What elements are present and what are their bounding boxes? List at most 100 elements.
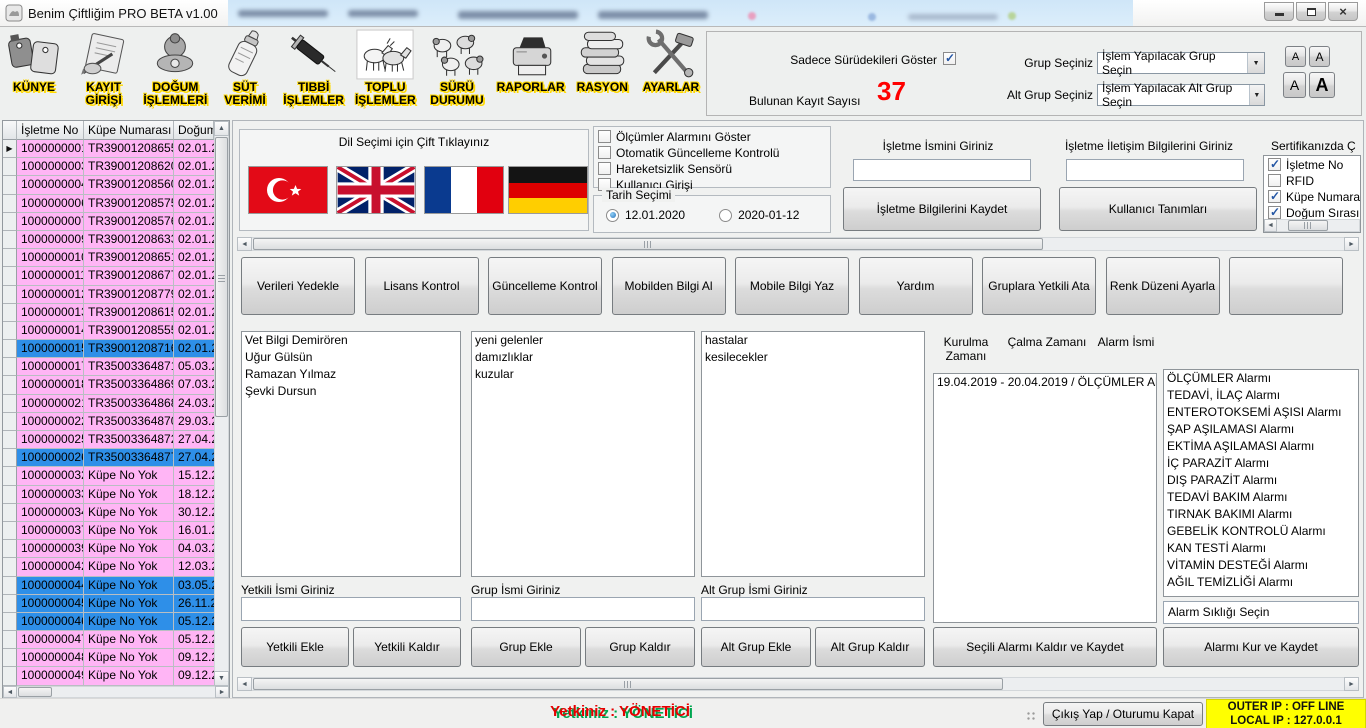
subgroups-list[interactable]: hastalarkesilecekler <box>701 331 925 577</box>
column-header-dogum[interactable]: Doğum T <box>174 121 214 140</box>
list-item[interactable]: Uğur Gülsün <box>242 349 460 366</box>
option-row[interactable]: Otomatik Güncelleme Kontrolü <box>598 145 826 160</box>
table-row[interactable]: 1000000021TR3500336486824.03.20 <box>3 395 214 413</box>
toolbar-item-kunye[interactable]: KÜNYE <box>4 29 64 119</box>
subgroup-name-input[interactable] <box>701 597 925 621</box>
list-item[interactable]: TIRNAK BAKIMI Alarmı <box>1164 506 1358 523</box>
scroll-left-icon[interactable]: ◄ <box>237 237 252 251</box>
table-row[interactable]: 1000000045Küpe No Yok26.11.20 <box>3 595 214 613</box>
scroll-right-icon[interactable]: ► <box>1344 677 1359 691</box>
table-row[interactable]: 1000000048Küpe No Yok09.12.20 <box>3 649 214 667</box>
table-row[interactable]: 1000000017TR3500336487105.03.20 <box>3 358 214 376</box>
toolbar-item-ayarlar[interactable]: AYARLAR <box>640 29 702 119</box>
list-item[interactable]: ŞAP AŞILAMASI Alarmı <box>1164 421 1358 438</box>
scroll-up-icon[interactable]: ▲ <box>214 121 229 136</box>
farm-contact-input[interactable] <box>1066 159 1244 181</box>
action-button-mobile-bilgi-yaz[interactable]: Mobile Bilgi Yaz <box>735 257 849 315</box>
list-item[interactable]: kuzular <box>472 366 694 383</box>
table-row[interactable]: 1000000022TR3500336487029.03.20 <box>3 413 214 431</box>
font-size-button-2[interactable]: A <box>1309 46 1330 67</box>
authorized-name-input[interactable] <box>241 597 461 621</box>
turkey-flag[interactable] <box>248 166 328 214</box>
list-item[interactable]: KAN TESTİ Alarmı <box>1164 540 1358 557</box>
authorized-people-list[interactable]: Vet Bilgi DemirörenUğur GülsünRamazan Yı… <box>241 331 461 577</box>
font-size-button-1[interactable]: A <box>1285 46 1306 67</box>
certificate-item-checkbox[interactable] <box>1268 190 1281 203</box>
certificate-item-checkbox[interactable] <box>1268 206 1281 219</box>
table-row[interactable]: 1000000025TR3500336487227.04.20 <box>3 431 214 449</box>
toolbar-item-dogum-islemleri[interactable]: DOĞUM İŞLEMLERİ <box>143 29 207 119</box>
uk-flag[interactable] <box>336 166 416 214</box>
date-format-radio[interactable] <box>606 209 619 222</box>
table-row[interactable]: 1000000003TR3900120862002.01.20 <box>3 158 214 176</box>
germany-flag[interactable] <box>508 166 588 214</box>
table-row[interactable]: 1000000037Küpe No Yok16.01.20 <box>3 522 214 540</box>
certificate-hscroll-thumb[interactable] <box>1288 220 1328 231</box>
action-button-yard-m[interactable]: Yardım <box>859 257 973 315</box>
option-row[interactable]: Ölçümler Alarmını Göster <box>598 129 826 144</box>
logout-button[interactable]: Çıkış Yap / Oturumu Kapat <box>1043 702 1203 726</box>
scroll-down-icon[interactable]: ▼ <box>214 671 229 686</box>
alarm-frequency-select[interactable]: Alarm Sıklığı Seçin <box>1163 601 1359 624</box>
action-button-mobilden-bilgi-al[interactable]: Mobilden Bilgi Al <box>612 257 726 315</box>
date-format-radio[interactable] <box>719 209 732 222</box>
toolbar-item-suru-durumu[interactable]: SÜRÜ DURUMU <box>426 29 488 119</box>
minimize-button[interactable] <box>1264 2 1294 21</box>
toolbar-item-tibbi-islemler[interactable]: TIBBİ İŞLEMLER <box>283 29 345 119</box>
font-size-button-4[interactable]: A <box>1309 72 1335 98</box>
list-item[interactable]: VİTAMİN DESTEĞİ Alarmı <box>1164 557 1358 574</box>
list-item[interactable]: yeni gelenler <box>472 332 694 349</box>
close-button[interactable]: × <box>1328 2 1358 21</box>
table-hscroll-thumb[interactable] <box>18 687 52 697</box>
certificate-item-checkbox[interactable] <box>1268 174 1281 187</box>
panel-hscroll-thumb-bottom[interactable] <box>253 678 1003 690</box>
list-item[interactable]: TEDAVİ, İLAÇ Alarmı <box>1164 387 1358 404</box>
list-item[interactable]: EKTİMA AŞILAMASI Alarmı <box>1164 438 1358 455</box>
remove-authorized-button[interactable]: Yetkili Kaldır <box>353 627 461 667</box>
maximize-button[interactable] <box>1296 2 1326 21</box>
scroll-left-icon[interactable]: ◄ <box>3 686 17 698</box>
column-header-isletme-no[interactable]: İşletme No <box>17 121 84 140</box>
show-only-herd-checkbox[interactable] <box>943 52 956 65</box>
list-item[interactable]: TEDAVİ BAKIM Alarmı <box>1164 489 1358 506</box>
certificate-item-row[interactable]: Doğum Sırası <box>1268 205 1356 220</box>
list-item[interactable]: İÇ PARAZİT Alarmı <box>1164 455 1358 472</box>
scroll-right-icon[interactable]: ► <box>215 686 229 698</box>
table-row[interactable]: 1000000009TR3900120863302.01.20 <box>3 231 214 249</box>
table-row[interactable]: 1000000042Küpe No Yok12.03.20 <box>3 558 214 576</box>
list-item[interactable]: GEBELİK KONTROLÜ Alarmı <box>1164 523 1358 540</box>
table-row[interactable]: 1000000034Küpe No Yok30.12.20 <box>3 504 214 522</box>
table-row[interactable]: 1000000007TR3900120857602.01.20 <box>3 213 214 231</box>
list-item[interactable]: Vet Bilgi Demirören <box>242 332 460 349</box>
list-item[interactable]: Şevki Dursun <box>242 383 460 400</box>
panel-hscroll-thumb-top[interactable] <box>253 238 1043 250</box>
table-row[interactable]: 1000000047Küpe No Yok05.12.20 <box>3 631 214 649</box>
list-item[interactable]: DIŞ PARAZİT Alarmı <box>1164 472 1358 489</box>
scroll-right-icon[interactable]: ► <box>1344 237 1359 251</box>
action-button-lisans-kontrol[interactable]: Lisans Kontrol <box>365 257 479 315</box>
chevron-down-icon[interactable]: ▼ <box>1249 85 1264 105</box>
action-button-gruplara-yetkili-ata[interactable]: Gruplara Yetkili Ata <box>982 257 1096 315</box>
date-format-option[interactable]: 12.01.2020 <box>606 208 685 222</box>
table-row[interactable]: 1000000032Küpe No Yok15.12.20 <box>3 467 214 485</box>
table-row[interactable]: 1000000006TR3900120857502.01.20 <box>3 195 214 213</box>
certificate-item-row[interactable]: RFID <box>1268 173 1356 188</box>
list-item[interactable]: AĞIL TEMİZLİĞİ Alarmı <box>1164 574 1358 591</box>
list-item[interactable]: 19.04.2019 - 20.04.2019 / ÖLÇÜMLER Alarm… <box>934 374 1156 391</box>
option-row[interactable]: Hareketsizlik Sensörü <box>598 161 826 176</box>
list-item[interactable]: kesilecekler <box>702 349 924 366</box>
remove-subgroup-button[interactable]: Alt Grup Kaldır <box>815 627 925 667</box>
table-vscroll-thumb[interactable] <box>215 137 228 417</box>
add-subgroup-button[interactable]: Alt Grup Ekle <box>701 627 811 667</box>
list-item[interactable]: hastalar <box>702 332 924 349</box>
table-row[interactable]: 1000000012TR3900120877902.01.20 <box>3 286 214 304</box>
table-row[interactable]: 1000000011TR3900120867702.01.20 <box>3 267 214 285</box>
table-row[interactable]: 1000000049Küpe No Yok09.12.20 <box>3 667 214 685</box>
set-alarm-button[interactable]: Alarmı Kur ve Kaydet <box>1163 627 1359 667</box>
option-checkbox[interactable] <box>598 162 611 175</box>
user-definitions-button[interactable]: Kullanıcı Tanımları <box>1059 187 1257 231</box>
toolbar-item-raporlar[interactable]: RAPORLAR <box>497 29 565 119</box>
remove-group-button[interactable]: Grup Kaldır <box>585 627 695 667</box>
alarm-types-list[interactable]: ÖLÇÜMLER AlarmıTEDAVİ, İLAÇ AlarmıENTERO… <box>1163 369 1359 597</box>
scroll-left-icon[interactable]: ◄ <box>1264 219 1277 232</box>
